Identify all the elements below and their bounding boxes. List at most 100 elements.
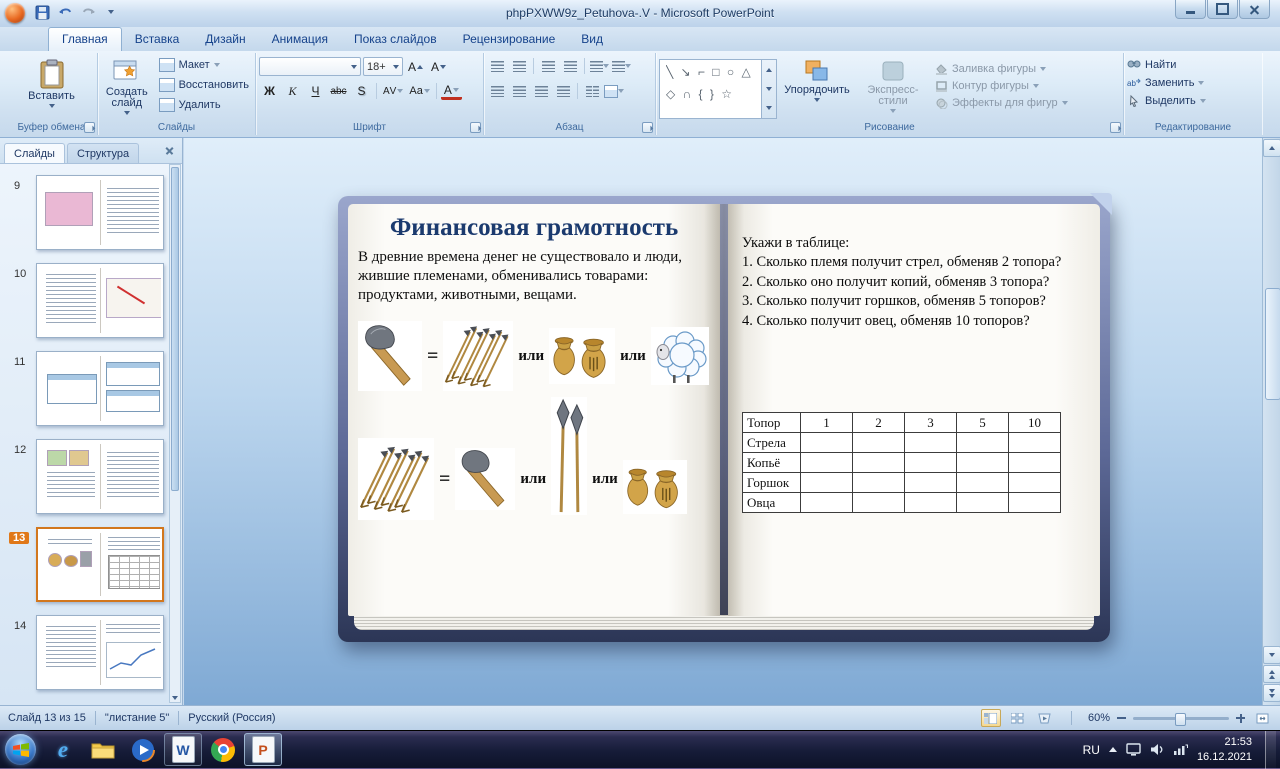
- table-cell[interactable]: [957, 433, 1009, 453]
- tab-home[interactable]: Главная: [48, 27, 122, 51]
- tab-insert[interactable]: Вставка: [122, 27, 193, 51]
- slide-intro-text[interactable]: В древние времена денег не существовало …: [358, 248, 710, 305]
- table-header-cell[interactable]: 10: [1009, 413, 1061, 433]
- task-text[interactable]: Укажи в таблице: 1. Сколько племя получи…: [742, 234, 1086, 331]
- table-cell[interactable]: [905, 453, 957, 473]
- slide-thumbnail[interactable]: [36, 351, 164, 426]
- fit-to-window-button[interactable]: [1252, 709, 1272, 727]
- numbering-button[interactable]: [509, 57, 529, 75]
- next-slide-button[interactable]: [1263, 684, 1280, 702]
- delete-slide-button[interactable]: Удалить: [156, 95, 252, 115]
- zoom-slider-thumb[interactable]: [1175, 713, 1186, 726]
- table-row-label[interactable]: Стрела: [743, 433, 801, 453]
- slide-thumbnail[interactable]: [36, 263, 164, 338]
- scrollbar-thumb[interactable]: [1265, 288, 1280, 400]
- tab-slideshow[interactable]: Показ слайдов: [341, 27, 450, 51]
- arrange-button[interactable]: Упорядочить: [783, 55, 851, 119]
- line-spacing-button[interactable]: [589, 57, 609, 75]
- taskbar-media-icon[interactable]: [124, 733, 162, 766]
- columns-button[interactable]: [582, 82, 602, 100]
- language-indicator[interactable]: Русский (Россия): [188, 712, 275, 724]
- table-header-cell[interactable]: 1: [801, 413, 853, 433]
- new-slide-button[interactable]: Создать слайд: [101, 55, 153, 115]
- paragraph-dialog-launcher[interactable]: [642, 122, 653, 133]
- table-cell[interactable]: [801, 453, 853, 473]
- arrows-image[interactable]: [358, 438, 434, 520]
- language-switcher[interactable]: RU: [1083, 743, 1100, 757]
- panel-tab-slides[interactable]: Слайды: [4, 143, 65, 163]
- decrease-indent-button[interactable]: [538, 57, 558, 75]
- quick-styles-button[interactable]: Экспресс-стили: [857, 55, 929, 119]
- scroll-up-icon[interactable]: [1263, 139, 1280, 157]
- pots-image[interactable]: [623, 460, 687, 514]
- smartart-button[interactable]: [604, 82, 624, 100]
- taskbar-powerpoint-icon[interactable]: P: [244, 733, 282, 766]
- table-header-cell[interactable]: 5: [957, 413, 1009, 433]
- previous-slide-button[interactable]: [1263, 665, 1280, 683]
- strikethrough-button[interactable]: abc: [328, 82, 349, 100]
- change-case-button[interactable]: Аа: [407, 82, 432, 100]
- new-slide-dropdown-icon[interactable]: [124, 111, 130, 115]
- shape-effects-button[interactable]: Эффекты для фигур: [935, 97, 1068, 109]
- table-header-cell[interactable]: 3: [905, 413, 957, 433]
- table-cell[interactable]: [1009, 453, 1061, 473]
- qat-dropdown-icon[interactable]: [101, 3, 121, 21]
- increase-indent-button[interactable]: [560, 57, 580, 75]
- slide-indicator[interactable]: Слайд 13 из 15: [8, 712, 86, 724]
- shapes-row[interactable]: ◇ ∩ { } ☆: [666, 87, 758, 109]
- grow-font-button[interactable]: А: [405, 58, 426, 76]
- panel-scroll-down-icon[interactable]: [172, 696, 178, 700]
- taskbar-word-icon[interactable]: W: [164, 733, 202, 766]
- font-name-combo[interactable]: [259, 57, 361, 76]
- tray-expand-icon[interactable]: [1109, 747, 1117, 752]
- slide-sorter-view-button[interactable]: [1008, 709, 1028, 727]
- vertical-scrollbar[interactable]: [1262, 138, 1280, 705]
- slideshow-view-button[interactable]: [1035, 709, 1055, 727]
- taskbar-explorer-icon[interactable]: [84, 733, 122, 766]
- font-dialog-launcher[interactable]: [470, 122, 481, 133]
- clock[interactable]: 21:53 16.12.2021: [1197, 735, 1252, 765]
- save-icon[interactable]: [32, 3, 52, 21]
- panel-scrollbar[interactable]: [169, 164, 181, 703]
- shrink-font-button[interactable]: А: [428, 58, 449, 76]
- justify-button[interactable]: [553, 82, 573, 100]
- shape-outline-button[interactable]: Контур фигуры: [935, 80, 1068, 92]
- display-icon[interactable]: [1126, 743, 1141, 756]
- slide-thumbnail[interactable]: [36, 175, 164, 250]
- show-desktop-button[interactable]: [1265, 731, 1276, 769]
- scroll-down-icon[interactable]: [1263, 646, 1280, 664]
- reset-slide-button[interactable]: Восстановить: [156, 75, 252, 95]
- shapes-row[interactable]: ╲ ↘ ⌐ □ ○ △: [666, 65, 758, 87]
- network-icon[interactable]: [1173, 743, 1188, 756]
- drawing-dialog-launcher[interactable]: [1110, 122, 1121, 133]
- table-cell[interactable]: [853, 493, 905, 513]
- zoom-level[interactable]: 60%: [1088, 712, 1110, 724]
- taskbar-ie-icon[interactable]: e: [44, 733, 82, 766]
- select-button[interactable]: Выделить: [1127, 95, 1259, 107]
- slide-thumbnail[interactable]: [36, 615, 164, 690]
- quick-styles-dropdown-icon[interactable]: [890, 109, 896, 113]
- sheep-image[interactable]: [651, 327, 709, 385]
- table-cell[interactable]: [801, 493, 853, 513]
- pots-image[interactable]: [549, 328, 615, 384]
- table-cell[interactable]: [957, 493, 1009, 513]
- table-row-label[interactable]: Копьё: [743, 453, 801, 473]
- table-cell[interactable]: [853, 453, 905, 473]
- zoom-out-icon[interactable]: [1117, 717, 1126, 719]
- underline-button[interactable]: Ч: [305, 82, 326, 100]
- bold-button[interactable]: Ж: [259, 82, 280, 100]
- redo-icon[interactable]: [78, 3, 98, 21]
- slide-title[interactable]: Финансовая грамотность: [366, 214, 702, 242]
- tab-design[interactable]: Дизайн: [192, 27, 258, 51]
- layout-button[interactable]: Макет: [156, 55, 252, 75]
- taskbar-chrome-icon[interactable]: [204, 733, 242, 766]
- volume-icon[interactable]: [1150, 743, 1164, 756]
- table-cell[interactable]: [905, 433, 957, 453]
- shape-fill-button[interactable]: Заливка фигуры: [935, 63, 1068, 75]
- start-button[interactable]: [5, 734, 36, 765]
- table-row-label[interactable]: Горшок: [743, 473, 801, 493]
- italic-button[interactable]: К: [282, 82, 303, 100]
- align-center-button[interactable]: [509, 82, 529, 100]
- spears-image[interactable]: [551, 397, 587, 515]
- barter-table[interactable]: Топор 1 2 3 5 10 Стрела Копьё: [742, 412, 1061, 513]
